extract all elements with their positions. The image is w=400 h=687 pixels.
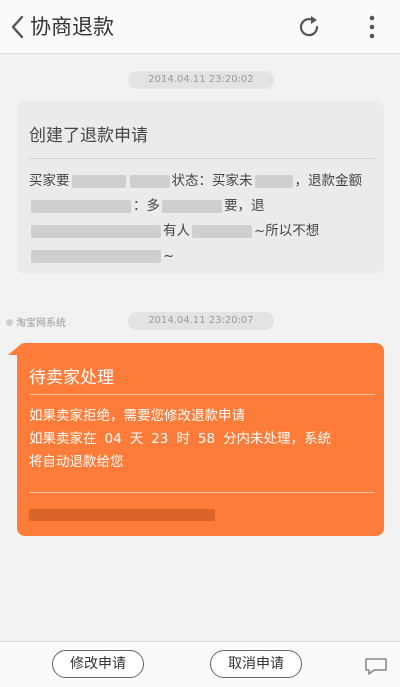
sender-avatar [6, 319, 13, 326]
chevron-left-icon[interactable] [8, 13, 28, 41]
detail-text: 要，退 [224, 198, 265, 214]
action-bar: 修改申请 取消申请 [0, 641, 400, 687]
divider [29, 492, 375, 493]
refresh-icon[interactable] [296, 14, 322, 40]
detail-text: ~所以不想 [254, 223, 320, 239]
message-timestamp: 2014.04.11 23:20:02 [128, 71, 274, 89]
page-title: 协商退款 [30, 15, 114, 39]
countdown-hours: 23 [151, 431, 169, 447]
blurred-text [129, 174, 170, 188]
card-title: 待卖家处理 [29, 368, 114, 388]
more-vertical-icon[interactable] [364, 14, 380, 40]
detail-text: ~ [163, 248, 175, 264]
detail-text: ：多 [133, 198, 160, 214]
info-text: 分内未处理，系统 [223, 431, 332, 447]
hours-label: 时 [176, 431, 190, 447]
blurred-text [162, 199, 222, 213]
blurred-text [192, 224, 252, 238]
countdown-minutes: 58 [197, 431, 216, 447]
blurred-text [71, 174, 126, 188]
blurred-text [31, 199, 131, 213]
modify-request-button[interactable]: 修改申请 [52, 650, 144, 678]
days-label: 天 [129, 431, 144, 447]
info-text: 如果卖家在 [29, 431, 97, 447]
seller-pending-card: 待卖家处理 如果卖家拒绝，需要您修改退款申请 如果卖家在 04 天 23 时 58 分内未处… [8, 343, 384, 536]
detail-text: 状态：买家未 [171, 173, 253, 189]
info-line: 将自动退款给您 [29, 454, 124, 470]
countdown-days: 04 [104, 431, 122, 447]
app-header: 协商退款 [0, 0, 400, 54]
detail-text: 有人 [163, 223, 190, 239]
message-timestamp: 2014.04.11 23:20:07 [128, 312, 274, 330]
system-sender: 淘宝网系统 [6, 314, 66, 329]
detail-text: 买家要 [29, 173, 70, 189]
cancel-request-button[interactable]: 取消申请 [210, 650, 302, 678]
divider [29, 394, 375, 395]
blurred-text [31, 224, 161, 238]
countdown-line: 如果卖家在 04 天 23 时 58 分内未处理，系统 [29, 428, 379, 451]
sender-name: 淘宝网系统 [16, 318, 66, 329]
pending-info-text: 如果卖家拒绝，需要您修改退款申请 如果卖家在 04 天 23 时 58 分内未处理，系统 将… [29, 405, 379, 474]
blurred-text [31, 249, 161, 263]
blurred-text [29, 509, 215, 521]
refund-details-text: 买家要 状态：买家未 ，退款金额 ：多 要，退有人 ~所以不想 ~ [29, 169, 377, 269]
chat-icon[interactable] [364, 656, 388, 676]
detail-text: ，退款金额 [294, 173, 363, 189]
blurred-text [254, 174, 293, 188]
info-line: 如果卖家拒绝，需要您修改退款申请 [29, 408, 245, 424]
card-title: 创建了退款申请 [29, 126, 148, 146]
divider [29, 158, 375, 159]
refund-request-card: 创建了退款申请 买家要 状态：买家未 ，退款金额 ：多 要，退有人 ~所以不想 ~ [17, 101, 384, 274]
